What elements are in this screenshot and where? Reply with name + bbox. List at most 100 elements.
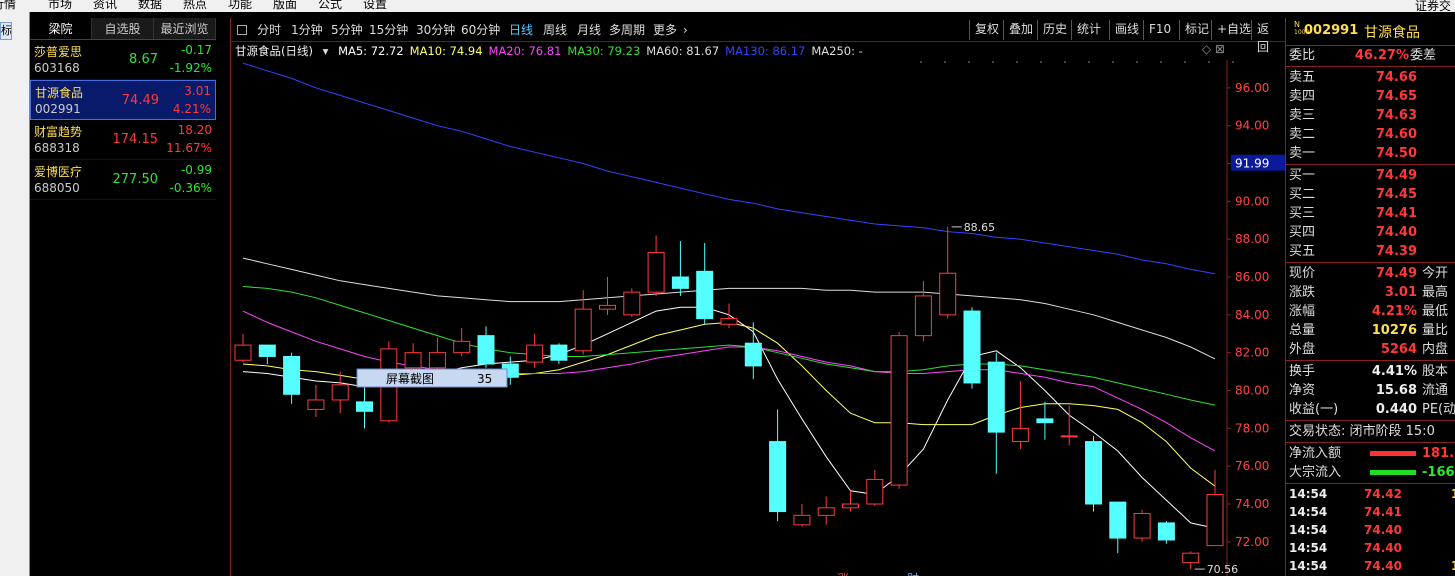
flow-row: 净流入额 181. xyxy=(1286,444,1455,463)
candle-body[interactable] xyxy=(696,270,714,320)
tool-button-7[interactable]: +自选 xyxy=(1211,20,1256,40)
candle-body[interactable] xyxy=(671,276,689,289)
legend-arrow-icon[interactable]: ▾ xyxy=(323,44,329,58)
candle-body[interactable] xyxy=(1085,441,1102,505)
quote-row-value: 74.63 xyxy=(1375,108,1417,123)
high-label: 88.65 xyxy=(964,221,996,234)
quote-row-label: 现价 xyxy=(1289,266,1316,281)
watchlist-row[interactable]: 甘源食品 002991 74.49 3.01 4.21% xyxy=(30,80,216,120)
menu-right-label[interactable]: 证券交 xyxy=(1415,0,1451,12)
period-6[interactable]: 日线 xyxy=(509,18,533,42)
candle-body[interactable] xyxy=(574,308,592,352)
watchlist-row[interactable]: 莎普爱思 603168 8.67 -0.17 -1.92% xyxy=(30,40,216,80)
menu-item-5[interactable]: 功能 xyxy=(228,0,252,11)
menu-item-4[interactable]: 热点 xyxy=(183,0,207,11)
candle-body[interactable] xyxy=(1012,427,1030,443)
quote-row: 卖一 74.50 xyxy=(1286,144,1455,163)
period-4[interactable]: 30分钟 xyxy=(416,18,455,42)
menu-item-6[interactable]: 版面 xyxy=(273,0,297,11)
menu-item-3[interactable]: 数据 xyxy=(138,0,162,11)
period-10[interactable]: 更多 xyxy=(653,18,677,42)
candle-body[interactable] xyxy=(939,272,957,316)
candle-body[interactable] xyxy=(987,361,1005,433)
menu-item-2[interactable]: 资讯 xyxy=(93,0,117,11)
period-3[interactable]: 15分钟 xyxy=(369,18,408,42)
candle-body[interactable] xyxy=(890,335,908,486)
candle-body[interactable] xyxy=(720,318,738,325)
candle-body[interactable] xyxy=(356,401,373,412)
left-strip-tab[interactable]: 标 xyxy=(0,22,12,40)
watchlist-panel: 梁院 自选股 最近浏览 莎普爱思 603168 8.67 -0.17 -1.92% 甘源食… xyxy=(30,18,216,576)
chart-control-icons[interactable]: ◇ ⊠ xyxy=(1202,42,1225,56)
candle-body[interactable] xyxy=(817,507,835,516)
menu-item-1[interactable]: 市场 xyxy=(48,0,72,11)
kline-chart-svg[interactable]: 96.0094.0092.0090.0088.0086.0084.0082.00… xyxy=(231,42,1289,576)
candle-body[interactable] xyxy=(599,304,616,310)
watchlist-row[interactable]: 爱博医疗 688050 277.50 -0.99 -0.36% xyxy=(30,160,216,200)
candle-body[interactable] xyxy=(1182,552,1200,564)
tool-button-2[interactable]: 历史 xyxy=(1037,20,1072,40)
candle-body[interactable] xyxy=(453,340,471,354)
candle-body[interactable] xyxy=(1060,435,1078,438)
tool-button-3[interactable]: 统计 xyxy=(1071,20,1106,40)
candle-body[interactable] xyxy=(331,384,349,401)
watch-tab-2[interactable]: 最近浏览 xyxy=(154,18,216,39)
quote-row-label2: 量比 xyxy=(1422,323,1449,338)
candle-body[interactable] xyxy=(1036,418,1054,424)
period-2[interactable]: 5分钟 xyxy=(331,18,363,42)
candle-body[interactable] xyxy=(404,352,422,369)
period-0[interactable]: 分时 xyxy=(257,18,281,42)
candle-body[interactable] xyxy=(477,335,495,365)
candle-body[interactable] xyxy=(623,291,641,316)
tick-row: 14:54 74.42 1 xyxy=(1286,485,1455,503)
watch-tab-0[interactable]: 梁院 xyxy=(30,18,92,39)
candle-body[interactable] xyxy=(793,514,811,526)
layout-toggle-icon[interactable] xyxy=(237,25,247,35)
candle-body[interactable] xyxy=(647,251,665,293)
period-1[interactable]: 1分钟 xyxy=(291,18,323,42)
period-8[interactable]: 月线 xyxy=(577,18,601,42)
period-5[interactable]: 60分钟 xyxy=(461,18,500,42)
quote-row-label: 净资 xyxy=(1289,383,1316,398)
candle-body[interactable] xyxy=(769,441,787,513)
tool-button-5[interactable]: F10 xyxy=(1143,20,1176,40)
quote-row: 涨跌 3.01 最高 xyxy=(1286,283,1455,302)
quote-row: 买一 74.49 xyxy=(1286,166,1455,185)
watch-tab-1[interactable]: 自选股 xyxy=(92,18,154,39)
period-7[interactable]: 周线 xyxy=(543,18,567,42)
candle-body[interactable] xyxy=(866,478,884,505)
kline-chart[interactable]: 96.0094.0092.0090.0088.0086.0084.0082.00… xyxy=(231,42,1289,576)
period-9[interactable]: 多周期 xyxy=(609,18,645,42)
candle-body[interactable] xyxy=(744,342,762,367)
candle-body[interactable] xyxy=(550,344,568,361)
candle-body[interactable] xyxy=(234,344,252,361)
candle-body[interactable] xyxy=(1133,512,1151,539)
y-tick-label: 76.00 xyxy=(1235,459,1269,473)
tool-button-1[interactable]: 叠加 xyxy=(1003,20,1038,40)
tool-button-6[interactable]: 标记 xyxy=(1179,20,1214,40)
menu-item-0[interactable]: 行情 xyxy=(0,0,16,11)
screenshot-tooltip[interactable]: 屏幕截图 35 xyxy=(356,368,508,388)
watch-stock-name: 甘源食品 xyxy=(35,86,84,100)
candle-body[interactable] xyxy=(963,310,981,384)
menu-item-7[interactable]: 公式 xyxy=(318,0,342,11)
candle-body[interactable] xyxy=(283,355,301,395)
watchlist-tabs: 梁院 自选股 最近浏览 xyxy=(30,18,216,40)
watchlist-row[interactable]: 财富趋势 688318 174.15 18.20 11.67% xyxy=(30,120,216,160)
top-dot-mark xyxy=(1112,61,1114,63)
tool-button-8[interactable]: 返回 xyxy=(1251,20,1285,54)
candle-body[interactable] xyxy=(1206,494,1224,547)
candle-body[interactable] xyxy=(914,295,932,337)
candle-body[interactable] xyxy=(1109,501,1127,539)
candle-body[interactable] xyxy=(307,399,325,410)
candle-body[interactable] xyxy=(258,344,276,357)
candle-body[interactable] xyxy=(428,352,446,369)
candle-body[interactable] xyxy=(526,344,544,363)
menu-item-8[interactable]: 设置 xyxy=(363,0,387,11)
more-arrow-icon[interactable]: › xyxy=(683,18,688,42)
top-dot-mark xyxy=(1184,61,1186,63)
tool-button-0[interactable]: 复权 xyxy=(969,20,1004,40)
candle-body[interactable] xyxy=(1157,522,1175,541)
candle-body[interactable] xyxy=(842,503,859,509)
tool-button-4[interactable]: 画线 xyxy=(1109,20,1144,40)
